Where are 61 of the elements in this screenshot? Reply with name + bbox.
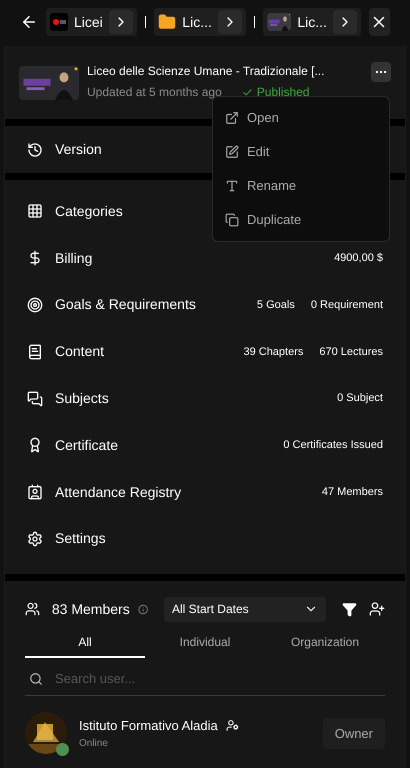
menu-item[interactable]: Open	[213, 101, 389, 135]
chevron-button[interactable]	[332, 10, 357, 34]
course-title: Liceo delle Scienze Umane - Tradizionale [...	[87, 64, 324, 79]
section-label[interactable]: Subjects	[55, 388, 109, 410]
stat-text: 47 Members	[322, 484, 383, 500]
app-logo-icon	[50, 13, 68, 31]
member-tab[interactable]: All	[25, 628, 145, 658]
stat-text: 0 Requirement	[310, 298, 383, 313]
member-status: Online	[79, 736, 109, 751]
member-name: Istituto Formativo Aladia	[79, 717, 218, 736]
section-label[interactable]: Attendance Registry	[55, 482, 182, 503]
member-tab[interactable]: Individual	[145, 628, 265, 658]
section-label[interactable]: Certificate	[55, 434, 118, 456]
filter-button[interactable]	[342, 602, 357, 617]
section-icon	[27, 296, 43, 313]
back-button[interactable]	[20, 13, 38, 31]
members-icon	[25, 601, 40, 618]
add-user-icon	[369, 601, 385, 618]
history-icon	[27, 142, 43, 158]
date-filter-dropdown[interactable]: All Start Dates	[164, 596, 326, 622]
member-tab[interactable]: Organization	[265, 628, 385, 658]
section-icon	[27, 203, 43, 220]
members-count: 83 Members	[52, 600, 130, 619]
menu-item[interactable]: Edit	[213, 135, 389, 169]
more-button[interactable]	[371, 62, 391, 82]
section-icon	[27, 530, 43, 547]
updated-text: Updated at 5 months ago	[87, 84, 222, 101]
stat-text: 4900,00 $	[334, 250, 383, 266]
stat-text: 670 Lectures	[319, 344, 383, 360]
stat-text: 5 Goals	[256, 298, 295, 313]
menu-item-icon	[225, 179, 239, 193]
section-label[interactable]: Goals & Requirements	[55, 294, 196, 316]
close-button[interactable]	[368, 8, 390, 36]
stat-text: 39 Chapters	[243, 344, 304, 360]
chevron-button[interactable]	[108, 10, 133, 34]
folder-icon	[158, 13, 176, 31]
menu-item[interactable]: Duplicate	[213, 203, 389, 237]
filter-icon	[342, 602, 357, 617]
menu-item-icon	[225, 111, 239, 125]
check-icon	[242, 86, 253, 98]
section-icon	[27, 344, 43, 360]
stat-text: 0 Certificates Issued	[283, 438, 383, 454]
user-settings-icon	[226, 719, 239, 732]
section-label[interactable]: Settings	[55, 528, 106, 550]
menu-item-icon	[225, 213, 239, 227]
chevron-button[interactable]	[218, 10, 242, 34]
section-icon	[27, 484, 43, 500]
section-label[interactable]: Content	[55, 341, 104, 362]
section-label[interactable]: Billing	[55, 248, 92, 269]
menu-item-icon	[225, 145, 239, 159]
section-label[interactable]: Categories	[55, 200, 123, 222]
search-icon	[29, 672, 43, 686]
add-member-button[interactable]	[369, 601, 385, 618]
back-icon	[20, 13, 38, 31]
section-icon	[27, 390, 43, 407]
search-field[interactable]: Search user...	[55, 669, 381, 689]
menu-item[interactable]: Rename	[213, 169, 389, 203]
stat-text: 0 Subject	[337, 391, 383, 406]
info-icon	[138, 604, 148, 615]
role-badge: Owner	[322, 718, 385, 750]
version-label[interactable]: Version	[55, 139, 102, 160]
